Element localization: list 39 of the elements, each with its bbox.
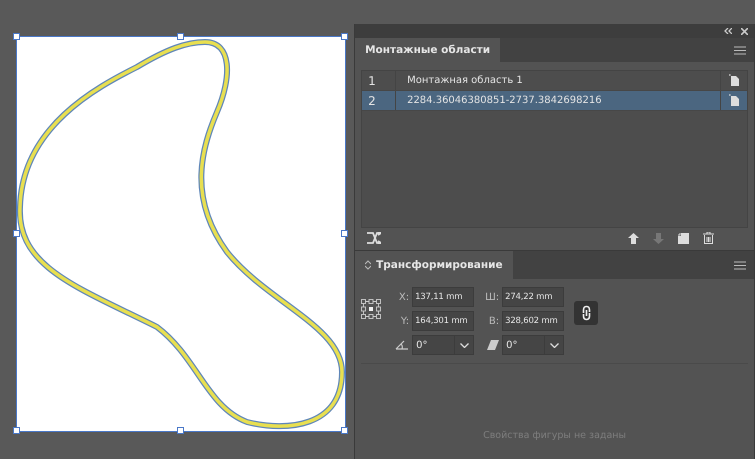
selection-handle[interactable] bbox=[177, 427, 184, 434]
selection-handle[interactable] bbox=[177, 33, 184, 40]
trash-icon[interactable] bbox=[703, 232, 714, 244]
arrow-up-icon[interactable] bbox=[628, 232, 639, 244]
close-icon[interactable] bbox=[741, 28, 748, 34]
artboard-number: 2 bbox=[362, 91, 396, 110]
selection-handle[interactable] bbox=[341, 427, 348, 434]
chevron-down-icon bbox=[550, 342, 559, 348]
selection-handle[interactable] bbox=[13, 230, 20, 237]
collapse-icon[interactable] bbox=[724, 28, 732, 34]
link-button[interactable] bbox=[574, 301, 598, 325]
input-field[interactable]: 164,301 mm bbox=[412, 311, 474, 331]
new-artboard-icon[interactable] bbox=[678, 232, 689, 244]
shear-icon bbox=[487, 340, 500, 350]
chevron-down-icon bbox=[460, 342, 469, 348]
field-label: В: bbox=[488, 316, 500, 326]
artboards-tab[interactable]: Монтажные области bbox=[355, 38, 500, 62]
field-label: Ш: bbox=[484, 292, 500, 302]
selection-handle[interactable] bbox=[13, 427, 20, 434]
input-field[interactable]: 137,11 mm bbox=[412, 287, 474, 307]
selection-handle[interactable] bbox=[341, 230, 348, 237]
field-label: X: bbox=[398, 292, 410, 302]
rearrange-icon[interactable] bbox=[367, 232, 382, 244]
artboard-name: 2284.36046380851-2737.3842698216 bbox=[406, 95, 603, 106]
reference-point-icon[interactable] bbox=[361, 299, 382, 319]
rotate-dropdown[interactable]: 0° bbox=[412, 335, 474, 355]
transform-tab[interactable]: Трансформирование bbox=[355, 251, 513, 279]
shear-dropdown[interactable]: 0° bbox=[502, 335, 564, 355]
selection-handle[interactable] bbox=[341, 33, 348, 40]
angle-icon bbox=[395, 340, 410, 350]
input-field[interactable]: 274,22 mm bbox=[502, 287, 564, 307]
artboard-name: Монтажная область 1 bbox=[406, 75, 524, 86]
artboard-number: 1 bbox=[362, 71, 396, 90]
sort-arrows-icon bbox=[365, 260, 372, 270]
selection-handle[interactable] bbox=[13, 33, 20, 40]
field-label: Y: bbox=[400, 316, 410, 326]
artboard-row[interactable]: 2 2284.36046380851-2737.3842698216 bbox=[362, 91, 747, 111]
chain-link-icon bbox=[582, 305, 591, 321]
input-field[interactable]: 328,602 mm bbox=[502, 311, 564, 331]
